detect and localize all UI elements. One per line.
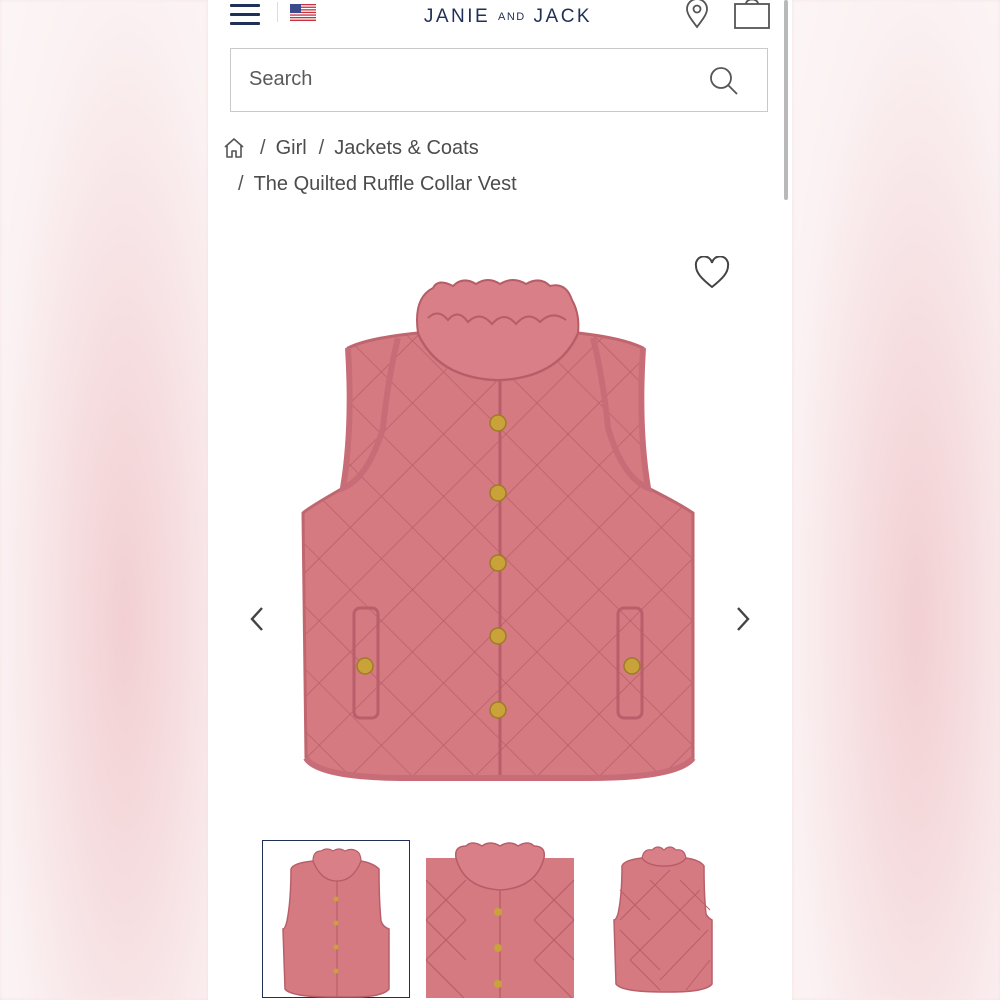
breadcrumb-girl[interactable]: Girl [276, 130, 307, 166]
mobile-page: JANIE AND JACK / Girl / Jackets & Coats [208, 0, 792, 1000]
brand-logo[interactable]: JANIE AND JACK [358, 6, 658, 28]
logo-text-right: JACK [533, 6, 593, 27]
search-bar[interactable] [230, 48, 768, 112]
home-icon[interactable] [222, 136, 246, 160]
background-blur-left [0, 0, 208, 1000]
thumbnail-front-image [282, 848, 390, 998]
location-pin-icon[interactable] [684, 0, 710, 29]
scrollbar[interactable] [784, 0, 788, 200]
us-flag-icon[interactable] [290, 4, 316, 21]
search-input[interactable] [249, 49, 689, 110]
chevron-left-icon[interactable] [246, 604, 270, 634]
search-icon[interactable] [709, 66, 739, 96]
breadcrumb-separator: / [260, 137, 266, 159]
thumbnail-strip [262, 840, 762, 1000]
shopping-bag-icon[interactable] [732, 0, 772, 30]
thumbnail-collar-closeup[interactable] [426, 840, 574, 998]
logo-text-left: JANIE [423, 6, 491, 27]
header-divider [277, 2, 278, 22]
breadcrumb-separator: / [318, 137, 325, 159]
menu-icon[interactable] [230, 2, 260, 28]
thumbnail-collar-image [426, 842, 574, 998]
chevron-right-icon[interactable] [730, 604, 754, 634]
breadcrumb: / Girl / Jackets & Coats / The Quilted R… [222, 130, 782, 202]
breadcrumb-current-product: The Quilted Ruffle Collar Vest [253, 173, 517, 195]
thumbnail-back-image [613, 846, 713, 993]
breadcrumb-jackets-coats[interactable]: Jackets & Coats [334, 130, 479, 166]
top-bar: JANIE AND JACK [208, 0, 792, 40]
background-blur-right [792, 0, 1000, 1000]
breadcrumb-separator: / [238, 173, 244, 195]
thumbnail-front[interactable] [262, 840, 410, 998]
logo-text-and: AND [498, 11, 526, 23]
thumbnail-back[interactable] [590, 840, 738, 998]
product-image[interactable] [288, 278, 708, 798]
